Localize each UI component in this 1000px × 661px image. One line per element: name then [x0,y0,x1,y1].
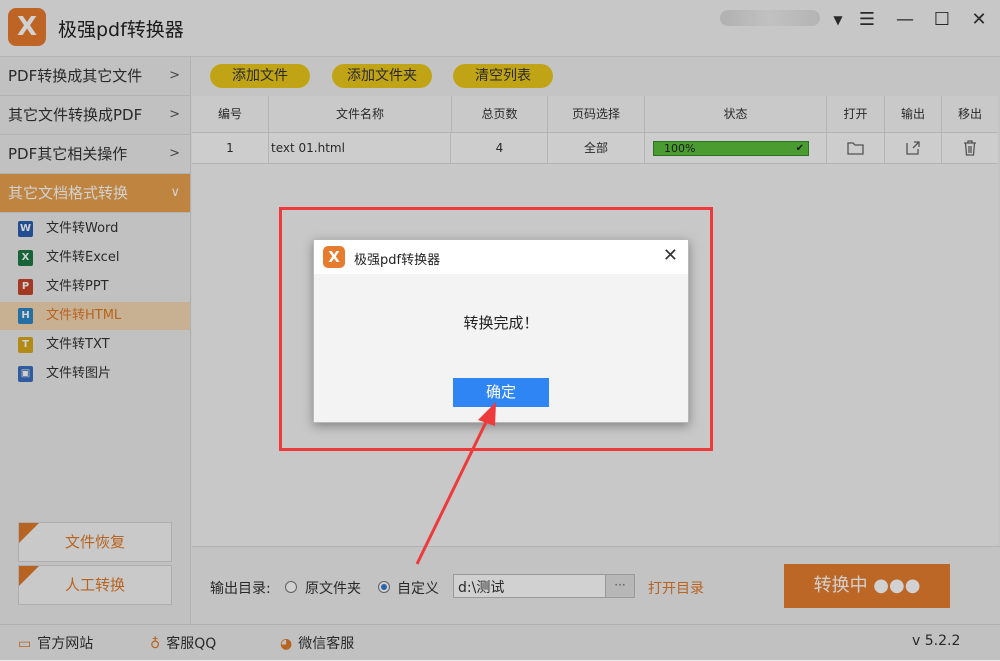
sidebar-item-html[interactable]: H 文件转HTML [0,302,190,330]
column-header: 总页数 [452,96,548,132]
manual-convert-label: 人工转换 [64,576,125,594]
category-label: PDF转换成其它文件 [8,67,143,85]
progress-bar: 100% ✔ [653,141,809,156]
radio-custom-folder[interactable] [378,581,390,593]
open-directory-link[interactable]: 打开目录 [648,578,704,598]
sidebar-item-excel[interactable]: X 文件转Excel [0,244,190,272]
custom-folder-label: 自定义 [397,581,439,597]
convert-button[interactable]: 转换中 ●●● [784,564,950,608]
category-other-to-pdf[interactable]: 其它文件转换成PDF > [0,96,190,135]
dropdown-icon[interactable]: ▼ [826,8,850,32]
sidebar-item-txt[interactable]: T 文件转TXT [0,331,190,359]
add-file-button[interactable]: 添加文件 [210,64,310,88]
wechat-support-link[interactable]: ◕ 微信客服 [280,633,354,653]
sidebar-item-ppt[interactable]: P 文件转PPT [0,273,190,301]
column-header: 打开 [827,96,885,132]
dialog-header: X 极强pdf转换器 ✕ [314,240,688,274]
export-icon[interactable] [885,133,942,163]
column-header: 编号 [192,96,269,132]
app-logo-icon: X [323,246,345,268]
app-logo-icon: X [8,8,46,46]
output-dir-label: 输出目录: [210,581,271,597]
row-filename: text 01.html [269,133,451,163]
add-folder-button[interactable]: 添加文件夹 [332,64,432,88]
monitor-icon: ▭ [18,636,32,652]
table-row[interactable]: 1 text 01.html 4 全部 100% ✔ [192,133,998,164]
row-id: 1 [192,133,269,163]
app-title: 极强pdf转换器 [58,19,184,41]
original-folder-label: 原文件夹 [305,581,361,597]
category-label: 其它文件转换成PDF [8,106,143,124]
column-header: 输出 [885,96,942,132]
row-page-range[interactable]: 全部 [548,133,645,163]
txt-icon: T [18,337,33,353]
progress-text: 100% [664,142,696,155]
sidebar-item-label: 文件转HTML [46,308,122,323]
sidebar-item-label: 文件转Word [46,221,119,236]
sidebar-item-label: 文件转Excel [46,250,120,265]
chevron-right-icon: > [169,146,180,161]
file-recover-button[interactable]: 文件恢复 [18,522,172,562]
html-icon: H [18,308,33,324]
minimize-icon[interactable]: — [893,8,917,32]
ppt-icon: P [18,279,33,295]
website-label: 官方网站 [37,636,94,652]
output-path-input[interactable]: d:\测试 ··· [453,574,635,598]
chevron-right-icon: > [169,107,180,122]
checkmark-icon: ✔ [795,143,804,154]
menu-icon[interactable]: ☰ [855,8,879,32]
category-pdf-to-other[interactable]: PDF转换成其它文件 > [0,57,190,96]
column-header: 页码选择 [548,96,645,132]
radio-original-folder[interactable] [285,581,297,593]
category-label: 其它文档格式转换 [8,184,129,202]
title-bar: X 极强pdf转换器 ▼ ☰ — ☐ ✕ [0,0,1000,57]
category-pdf-other-ops[interactable]: PDF其它相关操作 > [0,135,190,174]
dialog-message: 转换完成！ [463,314,539,332]
chevron-right-icon: > [169,68,180,83]
qq-icon: ♁ [150,636,161,652]
completion-dialog: X 极强pdf转换器 ✕ 转换完成！ 确定 [313,239,689,423]
ok-button[interactable]: 确定 [453,378,549,407]
sidebar: PDF转换成其它文件 > 其它文件转换成PDF > PDF其它相关操作 > 其它… [0,57,191,624]
category-label: PDF其它相关操作 [8,145,128,163]
version-label: v 5.2.2 [912,633,961,649]
wechat-label: 微信客服 [298,636,355,652]
maximize-icon[interactable]: ☐ [930,8,954,32]
excel-icon: X [18,250,33,266]
sidebar-item-label: 文件转图片 [46,366,112,381]
table-header: 编号 文件名称 总页数 页码选择 状态 打开 输出 移出 [192,96,998,133]
wechat-icon: ◕ [280,636,293,652]
website-link[interactable]: ▭ 官方网站 [18,633,93,653]
dialog-close-icon[interactable]: ✕ [663,245,678,266]
output-path-value: d:\测试 [458,580,505,596]
qq-label: 客服QQ [166,636,217,652]
column-header: 文件名称 [269,96,452,132]
close-icon[interactable]: ✕ [967,8,991,32]
clear-list-button[interactable]: 清空列表 [453,64,553,88]
sidebar-item-label: 文件转TXT [46,337,110,352]
manual-convert-button[interactable]: 人工转换 [18,565,172,605]
column-header: 状态 [645,96,827,132]
sidebar-item-image[interactable]: ▣ 文件转图片 [0,360,190,388]
open-file-icon[interactable] [827,133,885,163]
qq-support-link[interactable]: ♁ 客服QQ [150,633,216,653]
file-recover-label: 文件恢复 [64,533,125,551]
category-other-format[interactable]: 其它文档格式转换 ∨ [0,174,190,213]
image-icon: ▣ [18,366,33,382]
column-header: 移出 [957,107,982,121]
word-icon: W [18,221,33,237]
trash-icon[interactable] [942,133,998,163]
sidebar-item-label: 文件转PPT [46,279,109,294]
browse-button[interactable]: ··· [605,575,634,597]
chevron-down-icon: ∨ [170,185,180,200]
user-account-area[interactable] [720,10,820,26]
row-status: 100% ✔ [645,133,827,163]
row-pages: 4 [452,133,548,163]
sidebar-item-word[interactable]: W 文件转Word [0,215,190,243]
dialog-title: 极强pdf转换器 [354,253,441,268]
